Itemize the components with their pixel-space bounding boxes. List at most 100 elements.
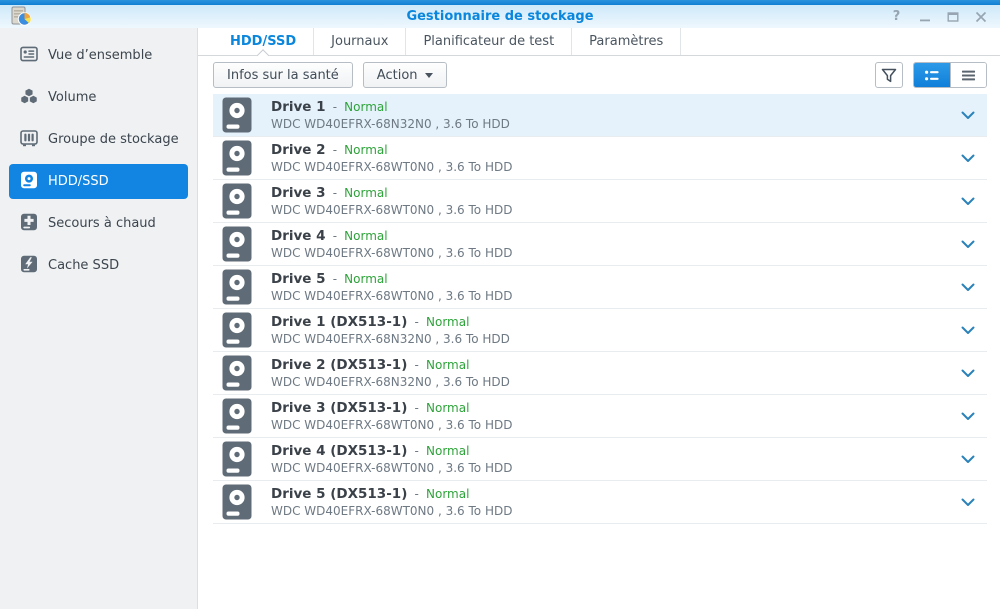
status-separator: - xyxy=(333,272,337,286)
chevron-down-icon[interactable] xyxy=(961,498,975,507)
drive-row[interactable]: Drive 3 (DX513-1) - Normal WDC WD40EFRX-… xyxy=(213,395,987,438)
drive-row[interactable]: Drive 2 (DX513-1) - Normal WDC WD40EFRX-… xyxy=(213,352,987,395)
sidebar-item-icon-slot xyxy=(20,129,48,151)
hdd-icon xyxy=(222,269,252,305)
drive-row[interactable]: Drive 4 (DX513-1) - Normal WDC WD40EFRX-… xyxy=(213,438,987,481)
storage-manager-app-icon xyxy=(9,4,33,28)
sidebar-item-overview[interactable]: Vue d’ensemble xyxy=(9,38,188,73)
compact-list-icon xyxy=(961,69,976,82)
chevron-down-icon[interactable] xyxy=(961,412,975,421)
drive-name: Drive 2 xyxy=(271,142,326,158)
sidebar-item-hot-spare[interactable]: Secours à chaud xyxy=(9,206,188,241)
sidebar-item-label: HDD/SSD xyxy=(48,174,109,189)
drive-status-badge: Normal xyxy=(344,272,387,286)
drive-row[interactable]: Drive 1 (DX513-1) - Normal WDC WD40EFRX-… xyxy=(213,309,987,352)
funnel-icon xyxy=(881,68,897,83)
action-button[interactable]: Action xyxy=(363,62,447,88)
drive-status-badge: Normal xyxy=(344,229,387,243)
drive-details: WDC WD40EFRX-68WT0N0 , 3.6 To HDD xyxy=(271,160,961,175)
drive-details: WDC WD40EFRX-68N32N0 , 3.6 To HDD xyxy=(271,332,961,347)
tab-hdd-ssd[interactable]: HDD/SSD xyxy=(213,28,314,55)
window-controls: ? xyxy=(887,5,990,28)
drive-name: Drive 4 (DX513-1) xyxy=(271,443,407,459)
drive-row[interactable]: Drive 1 - Normal WDC WD40EFRX-68N32N0 , … xyxy=(213,94,987,137)
chevron-down-icon xyxy=(425,73,433,78)
status-separator: - xyxy=(415,444,419,458)
drive-text: Drive 2 - Normal WDC WD40EFRX-68WT0N0 , … xyxy=(271,142,961,175)
chevron-down-icon[interactable] xyxy=(961,369,975,378)
detail-list-icon xyxy=(924,69,940,82)
tab-test-scheduler[interactable]: Planificateur de test xyxy=(406,28,572,55)
help-icon[interactable]: ? xyxy=(887,8,906,26)
drive-row[interactable]: Drive 4 - Normal WDC WD40EFRX-68WT0N0 , … xyxy=(213,223,987,266)
hdd-icon xyxy=(222,140,252,176)
status-separator: - xyxy=(415,358,419,372)
content-area: HDD/SSDJournauxPlanificateur de testPara… xyxy=(198,28,1000,609)
drive-text: Drive 2 (DX513-1) - Normal WDC WD40EFRX-… xyxy=(271,357,961,390)
sidebar-item-volume[interactable]: Volume xyxy=(9,80,188,115)
drive-text: Drive 1 (DX513-1) - Normal WDC WD40EFRX-… xyxy=(271,314,961,347)
maximize-icon[interactable] xyxy=(943,8,962,26)
detail-list-view-button[interactable] xyxy=(914,63,950,87)
drive-text: Drive 3 - Normal WDC WD40EFRX-68WT0N0 , … xyxy=(271,185,961,218)
drive-status-badge: Normal xyxy=(426,358,469,372)
storage-group-icon xyxy=(20,136,38,151)
sidebar-item-hdd-ssd[interactable]: HDD/SSD xyxy=(9,164,188,199)
drive-row[interactable]: Drive 3 - Normal WDC WD40EFRX-68WT0N0 , … xyxy=(213,180,987,223)
drive-details: WDC WD40EFRX-68WT0N0 , 3.6 To HDD xyxy=(271,504,961,519)
sidebar-item-label: Groupe de stockage xyxy=(48,132,179,147)
chevron-down-icon[interactable] xyxy=(961,326,975,335)
status-separator: - xyxy=(415,315,419,329)
tab-journaux[interactable]: Journaux xyxy=(314,28,406,55)
sidebar-item-icon-slot xyxy=(20,255,48,277)
drive-text: Drive 4 (DX513-1) - Normal WDC WD40EFRX-… xyxy=(271,443,961,476)
close-icon[interactable] xyxy=(971,8,990,26)
chevron-down-icon[interactable] xyxy=(961,111,975,120)
sidebar-item-icon-slot xyxy=(20,87,48,109)
drive-details: WDC WD40EFRX-68WT0N0 , 3.6 To HDD xyxy=(271,418,961,433)
sidebar-item-label: Cache SSD xyxy=(48,258,119,273)
hdd-icon xyxy=(222,97,252,133)
storage-manager-window: Gestionnaire de stockage ? Vue d’ensembl… xyxy=(0,0,1000,609)
drive-status-badge: Normal xyxy=(344,100,387,114)
drive-list: Drive 1 - Normal WDC WD40EFRX-68N32N0 , … xyxy=(213,94,987,524)
tab-parametres[interactable]: Paramètres xyxy=(572,28,681,55)
chevron-down-icon[interactable] xyxy=(961,154,975,163)
drive-row[interactable]: Drive 5 - Normal WDC WD40EFRX-68WT0N0 , … xyxy=(213,266,987,309)
chevron-down-icon[interactable] xyxy=(961,240,975,249)
status-separator: - xyxy=(415,401,419,415)
overview-icon xyxy=(20,52,38,67)
drive-status-badge: Normal xyxy=(426,444,469,458)
drive-details: WDC WD40EFRX-68WT0N0 , 3.6 To HDD xyxy=(271,246,961,261)
status-separator: - xyxy=(333,186,337,200)
hdd-icon xyxy=(222,226,252,262)
drive-details: WDC WD40EFRX-68WT0N0 , 3.6 To HDD xyxy=(271,289,961,304)
sidebar-item-label: Vue d’ensemble xyxy=(48,48,152,63)
status-separator: - xyxy=(415,487,419,501)
drive-name: Drive 5 (DX513-1) xyxy=(271,486,407,502)
compact-list-view-button[interactable] xyxy=(950,63,986,87)
chevron-down-icon[interactable] xyxy=(961,283,975,292)
drive-text: Drive 5 (DX513-1) - Normal WDC WD40EFRX-… xyxy=(271,486,961,519)
chevron-down-icon[interactable] xyxy=(961,197,975,206)
filter-button[interactable] xyxy=(875,62,903,88)
window-title: Gestionnaire de stockage xyxy=(0,9,1000,24)
drive-details: WDC WD40EFRX-68WT0N0 , 3.6 To HDD xyxy=(271,461,961,476)
ssd-cache-icon xyxy=(20,262,38,277)
drive-name: Drive 4 xyxy=(271,228,326,244)
health-info-button[interactable]: Infos sur la santé xyxy=(213,62,353,88)
drive-status-badge: Normal xyxy=(344,186,387,200)
drive-status-badge: Normal xyxy=(426,315,469,329)
drive-details: WDC WD40EFRX-68WT0N0 , 3.6 To HDD xyxy=(271,203,961,218)
drive-row[interactable]: Drive 2 - Normal WDC WD40EFRX-68WT0N0 , … xyxy=(213,137,987,180)
drive-text: Drive 3 (DX513-1) - Normal WDC WD40EFRX-… xyxy=(271,400,961,433)
sidebar-item-storage-group[interactable]: Groupe de stockage xyxy=(9,122,188,157)
sidebar-item-icon-slot xyxy=(20,45,48,67)
chevron-down-icon[interactable] xyxy=(961,455,975,464)
sidebar-item-ssd-cache[interactable]: Cache SSD xyxy=(9,248,188,283)
status-separator: - xyxy=(333,229,337,243)
minimize-icon[interactable] xyxy=(915,8,934,26)
view-mode-toggle xyxy=(913,62,987,88)
volume-icon xyxy=(20,94,38,109)
drive-row[interactable]: Drive 5 (DX513-1) - Normal WDC WD40EFRX-… xyxy=(213,481,987,524)
